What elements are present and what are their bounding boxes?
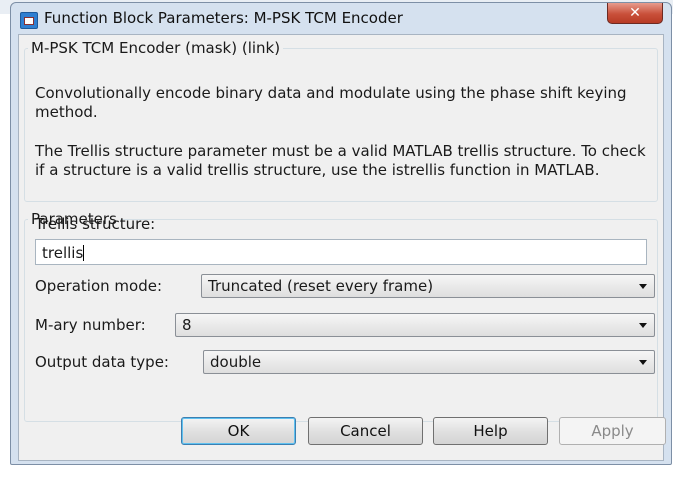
title-bar[interactable]: Function Block Parameters: M-PSK TCM Enc… [11,3,671,35]
description-paragraph-2: The Trellis structure parameter must be … [35,142,646,179]
ok-button[interactable]: OK [181,417,296,445]
help-button[interactable]: Help [433,417,548,445]
trellis-structure-label: Trellis structure: [35,215,156,233]
trellis-structure-input[interactable]: trellis [35,239,647,265]
operation-mode-dropdown[interactable]: Truncated (reset every frame) [201,274,655,298]
chevron-down-icon [639,360,647,365]
text-caret [83,245,85,261]
operation-mode-label: Operation mode: [35,277,163,295]
close-icon: ✕ [629,5,641,21]
mary-number-value: 8 [182,316,192,334]
chevron-down-icon [639,323,647,328]
output-data-type-value: double [210,353,262,371]
operation-mode-value: Truncated (reset every frame) [208,277,434,295]
mary-number-label: M-ary number: [35,316,146,334]
description-group-label: M-PSK TCM Encoder (mask) (link) [31,39,281,57]
output-data-type-dropdown[interactable]: double [203,350,655,374]
window-title: Function Block Parameters: M-PSK TCM Enc… [44,9,403,27]
output-data-type-label: Output data type: [35,353,169,371]
cancel-button[interactable]: Cancel [308,417,423,445]
close-button[interactable]: ✕ [607,3,663,24]
description-paragraph-1: Convolutionally encode binary data and m… [35,84,627,121]
dialog-window: Function Block Parameters: M-PSK TCM Enc… [10,2,672,465]
mary-number-dropdown[interactable]: 8 [175,313,655,337]
trellis-structure-value: trellis [42,244,84,262]
simulink-block-icon [20,12,38,29]
description-group: M-PSK TCM Encoder (mask) (link) Convolut… [24,39,658,202]
chevron-down-icon [639,284,647,289]
apply-button[interactable]: Apply [559,417,666,445]
